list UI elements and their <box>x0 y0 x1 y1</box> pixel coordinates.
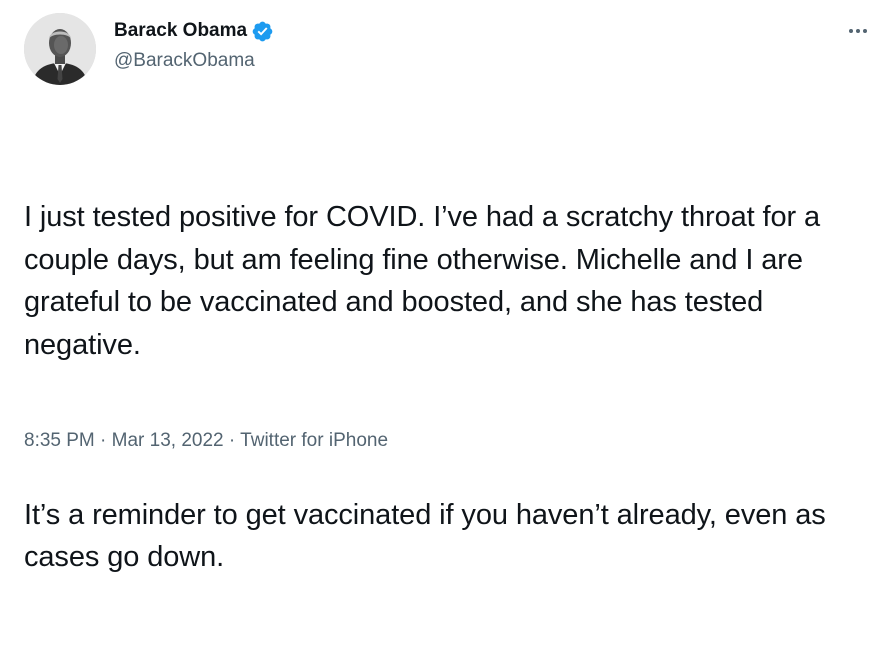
tweet-paragraph-2: It’s a reminder to get vaccinated if you… <box>24 498 834 574</box>
tweet-text: I just tested positive for COVID. I’ve h… <box>24 111 884 664</box>
tweet-card: Barack Obama @BarackObama I just tested … <box>0 0 896 573</box>
verified-badge-icon <box>251 20 274 43</box>
more-horizontal-icon <box>849 29 853 33</box>
tweet-time[interactable]: 8:35 PM <box>24 430 95 451</box>
meta-separator: · <box>100 430 107 451</box>
more-horizontal-icon-dot <box>856 29 860 33</box>
avatar[interactable] <box>24 13 96 85</box>
author-handle[interactable]: @BarackObama <box>114 48 255 74</box>
tweet-source[interactable]: Twitter for iPhone <box>240 430 388 451</box>
tweet-metadata: 8:35 PM · Mar 13, 2022 · Twitter for iPh… <box>24 428 388 454</box>
author-name-row[interactable]: Barack Obama <box>114 18 274 44</box>
more-options-button[interactable] <box>838 14 878 48</box>
more-horizontal-icon-dot <box>863 29 867 33</box>
tweet-paragraph-1: I just tested positive for COVID. I’ve h… <box>24 201 829 361</box>
tweet-date[interactable]: Mar 13, 2022 <box>112 430 224 451</box>
author-display-name[interactable]: Barack Obama <box>114 18 247 44</box>
meta-separator-2: · <box>228 430 236 451</box>
avatar-photo <box>24 13 96 85</box>
